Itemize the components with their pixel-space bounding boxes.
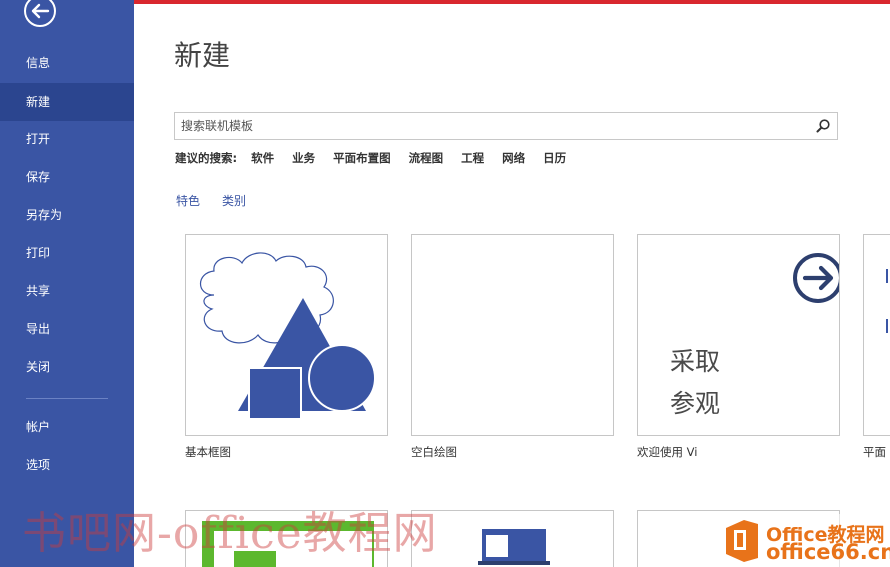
template-card-basic-diagram[interactable] bbox=[185, 234, 388, 436]
suggest-link-business[interactable]: 业务 bbox=[292, 150, 315, 166]
suggest-link-calendar[interactable]: 日历 bbox=[543, 150, 566, 166]
search-icon[interactable] bbox=[815, 118, 831, 134]
backstage-new-page: 信息 新建 打开 保存 另存为 打印 共享 导出 关闭 帐户 选项 新建 建议的… bbox=[0, 0, 890, 567]
backstage-sidebar: 信息 新建 打开 保存 另存为 打印 共享 导出 关闭 帐户 选项 bbox=[0, 0, 134, 567]
template-card-row2-2[interactable] bbox=[411, 510, 614, 567]
template-card-welcome-tour[interactable]: 采取 参观 bbox=[637, 234, 840, 436]
suggest-link-software[interactable]: 软件 bbox=[251, 150, 274, 166]
template-search-box[interactable] bbox=[174, 112, 838, 140]
nav-item-account[interactable]: 帐户 bbox=[0, 408, 134, 446]
back-arrow-icon[interactable] bbox=[22, 0, 58, 30]
page-title: 新建 bbox=[174, 39, 231, 72]
monitor-thumbnail-base bbox=[478, 561, 550, 565]
template-card-floor-plan[interactable] bbox=[863, 234, 890, 436]
nav-item-options[interactable]: 选项 bbox=[0, 446, 134, 484]
template-label-welcome: 欢迎使用 Vi bbox=[637, 445, 698, 459]
nav-item-info[interactable]: 信息 bbox=[0, 44, 134, 82]
floor-plan-thumb-line bbox=[886, 269, 888, 283]
nav-item-share[interactable]: 共享 bbox=[0, 272, 134, 310]
nav-item-print[interactable]: 打印 bbox=[0, 234, 134, 272]
search-input[interactable] bbox=[181, 116, 801, 136]
tab-categories[interactable]: 类别 bbox=[222, 192, 246, 209]
monitor-thumbnail-screen bbox=[486, 535, 508, 557]
suggested-searches: 建议的搜索: 软件 业务 平面布置图 流程图 工程 网络 日历 bbox=[175, 150, 584, 166]
suggest-link-flowchart[interactable]: 流程图 bbox=[409, 150, 444, 166]
nav-item-export[interactable]: 导出 bbox=[0, 310, 134, 348]
template-card-blank-drawing[interactable] bbox=[411, 234, 614, 436]
template-label-floor-plan: 平面 bbox=[863, 445, 886, 459]
watermark-site: office66.cn bbox=[766, 540, 890, 564]
tour-line-1: 采取 bbox=[670, 347, 721, 376]
nav-item-save[interactable]: 保存 bbox=[0, 158, 134, 196]
nav-item-close[interactable]: 关闭 bbox=[0, 348, 134, 386]
sidebar-divider bbox=[26, 398, 108, 399]
template-label-blank-drawing: 空白绘图 bbox=[411, 445, 457, 459]
basic-diagram-thumbnail-icon bbox=[199, 252, 376, 420]
suggest-link-engineering[interactable]: 工程 bbox=[461, 150, 484, 166]
tour-text: 采取 参观 bbox=[670, 341, 720, 425]
nav-item-save-as[interactable]: 另存为 bbox=[0, 196, 134, 234]
tab-featured[interactable]: 特色 bbox=[176, 192, 200, 209]
tour-line-2: 参观 bbox=[670, 389, 721, 418]
window-top-border bbox=[134, 0, 890, 4]
suggest-link-floor-plan[interactable]: 平面布置图 bbox=[333, 150, 391, 166]
nav-item-new[interactable]: 新建 bbox=[0, 83, 134, 121]
template-tabs: 特色 类别 bbox=[176, 192, 268, 209]
arrow-right-circle-icon bbox=[793, 253, 839, 303]
suggested-searches-label: 建议的搜索: bbox=[175, 151, 238, 165]
template-label-basic-diagram: 基本框图 bbox=[185, 445, 231, 459]
floor-plan-thumb-line bbox=[886, 319, 888, 333]
suggest-link-network[interactable]: 网络 bbox=[502, 150, 525, 166]
watermark-text: 书吧网-office教程网 bbox=[22, 508, 438, 559]
nav-item-open[interactable]: 打开 bbox=[0, 120, 134, 158]
